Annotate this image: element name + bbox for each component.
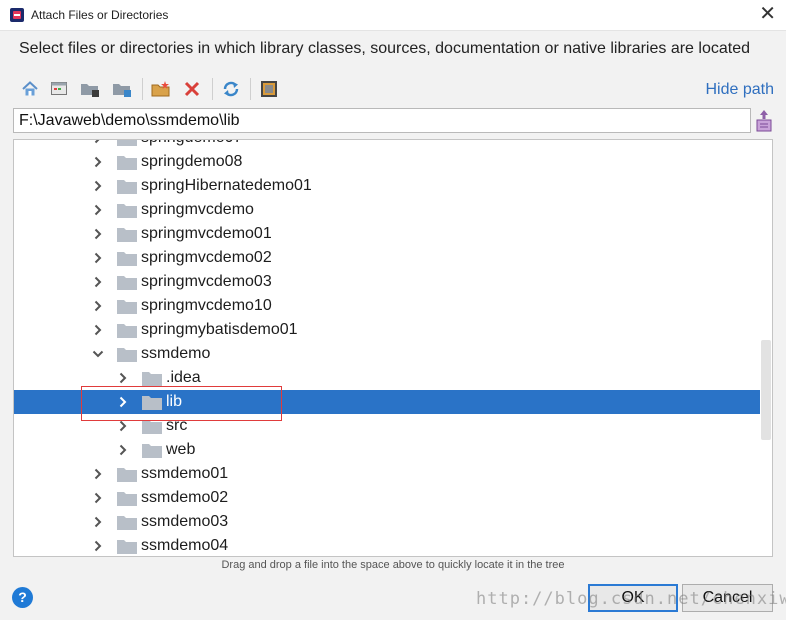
title-bar: Attach Files or Directories ✕	[0, 0, 786, 31]
tree-row[interactable]: springmybatisdemo01	[14, 318, 760, 342]
chevron-down-icon[interactable]	[91, 347, 105, 361]
folder-icon	[117, 155, 137, 170]
toolbar: Hide path	[14, 74, 774, 104]
chevron-right-icon[interactable]	[91, 227, 105, 241]
home-icon[interactable]	[18, 77, 42, 101]
window-title: Attach Files or Directories	[31, 8, 169, 22]
tree-row[interactable]: ssmdemo01	[14, 462, 760, 486]
tree-row-label: springmvcdemo03	[141, 273, 272, 290]
help-button[interactable]: ?	[12, 587, 33, 608]
folder-icon	[117, 227, 137, 242]
annotation-highlight-box	[81, 386, 282, 421]
new-folder-icon[interactable]	[149, 77, 173, 101]
file-tree[interactable]: ssmdemo04 ssmdemo03 ssmdemo02 ssmdemo01 web s…	[13, 139, 773, 557]
tree-row-label: springHibernatedemo01	[141, 177, 312, 194]
folder-icon	[117, 539, 137, 554]
show-hidden-icon[interactable]	[257, 77, 281, 101]
tree-row-label: web	[166, 441, 196, 458]
folder-icon	[117, 467, 137, 482]
toolbar-separator	[212, 78, 213, 100]
chevron-right-icon[interactable]	[116, 443, 130, 457]
folder-icon	[117, 347, 137, 362]
folder-icon	[117, 515, 137, 530]
delete-icon[interactable]	[180, 77, 204, 101]
tree-row[interactable]: web	[14, 438, 760, 462]
tree-row-label: springdemo07	[141, 140, 242, 147]
tree-row[interactable]: springmvcdemo03	[14, 270, 760, 294]
tree-row-label: springmvcdemo10	[141, 297, 272, 314]
tree-row[interactable]: ssmdemo03	[14, 510, 760, 534]
drag-drop-hint: Drag and drop a file into the space abov…	[221, 559, 565, 571]
tree-row-label: springmvcdemo01	[141, 225, 272, 242]
intellij-app-icon	[10, 8, 24, 22]
tree-row[interactable]: ssmdemo04	[14, 534, 760, 556]
scrollbar-thumb[interactable]	[761, 340, 771, 440]
tree-row[interactable]: springHibernatedemo01	[14, 174, 760, 198]
desktop-icon[interactable]	[47, 77, 71, 101]
chevron-right-icon[interactable]	[116, 371, 130, 385]
chevron-right-icon[interactable]	[116, 419, 130, 433]
tree-row-label: springmybatisdemo01	[141, 321, 298, 338]
tree-row-label: springmvcdemo02	[141, 249, 272, 266]
close-icon[interactable]: ✕	[759, 4, 776, 24]
chevron-right-icon[interactable]	[91, 323, 105, 337]
project-folder-icon[interactable]	[78, 77, 102, 101]
chevron-right-icon[interactable]	[91, 275, 105, 289]
tree-row-label: .idea	[166, 369, 201, 386]
folder-icon	[142, 419, 162, 434]
folder-icon	[117, 140, 137, 146]
tree-row-label: ssmdemo04	[141, 537, 229, 554]
tree-row[interactable]: springdemo08	[14, 150, 760, 174]
hide-path-link[interactable]: Hide path	[706, 81, 775, 99]
chevron-right-icon[interactable]	[91, 539, 105, 553]
path-history-icon[interactable]	[754, 109, 774, 133]
folder-icon	[117, 275, 137, 290]
folder-icon	[117, 323, 137, 338]
path-input[interactable]	[13, 108, 751, 133]
tree-row-label: ssmdemo03	[141, 513, 229, 530]
tree-row-label: ssmdemo	[141, 345, 211, 362]
refresh-icon[interactable]	[219, 77, 243, 101]
tree-row[interactable]: springmvcdemo01	[14, 222, 760, 246]
chevron-right-icon[interactable]	[91, 179, 105, 193]
chevron-right-icon[interactable]	[91, 155, 105, 169]
tree-row[interactable]: ssmdemo	[14, 342, 760, 366]
chevron-right-icon[interactable]	[91, 515, 105, 529]
toolbar-separator	[250, 78, 251, 100]
folder-icon	[117, 203, 137, 218]
tree-row-label: ssmdemo01	[141, 465, 229, 482]
folder-icon	[142, 371, 162, 386]
chevron-right-icon[interactable]	[91, 203, 105, 217]
folder-icon	[117, 491, 137, 506]
folder-icon	[117, 179, 137, 194]
module-folder-icon[interactable]	[110, 77, 134, 101]
tree-row[interactable]: springmvcdemo	[14, 198, 760, 222]
toolbar-separator	[142, 78, 143, 100]
folder-icon	[117, 299, 137, 314]
tree-row-label: springdemo08	[141, 153, 243, 170]
folder-icon	[117, 251, 137, 266]
tree-row-label: ssmdemo02	[141, 489, 229, 506]
instruction-text: Select files or directories in which lib…	[19, 40, 750, 57]
tree-row-label: springmvcdemo	[141, 201, 254, 218]
chevron-right-icon[interactable]	[91, 299, 105, 313]
tree-row[interactable]: ssmdemo02	[14, 486, 760, 510]
tree-row[interactable]: springmvcdemo10	[14, 294, 760, 318]
chevron-right-icon[interactable]	[91, 140, 105, 145]
folder-icon	[142, 443, 162, 458]
chevron-right-icon[interactable]	[91, 251, 105, 265]
tree-row[interactable]: springdemo07	[14, 140, 760, 150]
chevron-right-icon[interactable]	[91, 467, 105, 481]
tree-row[interactable]: springmvcdemo02	[14, 246, 760, 270]
chevron-right-icon[interactable]	[91, 491, 105, 505]
watermark: http://blog.csdn.net/chenxiwa	[476, 589, 786, 609]
